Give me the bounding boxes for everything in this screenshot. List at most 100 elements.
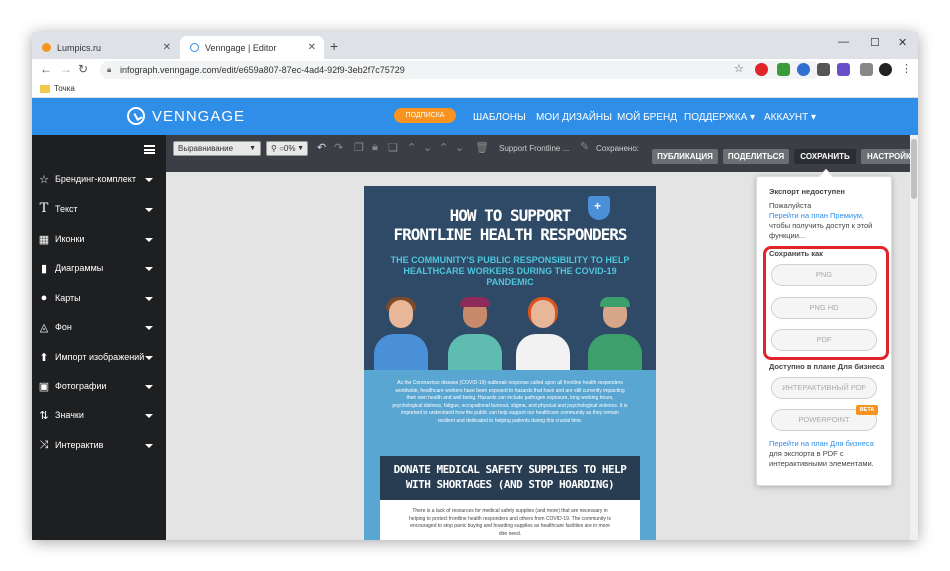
sidebar-item-maps[interactable]: ● Карты	[32, 284, 166, 312]
reload-icon[interactable]: ↻	[78, 62, 88, 76]
zoom-select[interactable]: ⚲ ○0% ▼	[266, 141, 308, 156]
nav-support[interactable]: ПОДДЕРЖКА ▾	[684, 112, 755, 123]
copy-icon[interactable]: ❐	[354, 141, 364, 154]
scrollbar-thumb[interactable]	[911, 139, 917, 199]
sidebar-item-photos[interactable]: ▣ Фотографии	[32, 372, 166, 400]
vertical-scrollbar[interactable]	[910, 135, 918, 540]
more-menu-icon[interactable]: ⋮	[901, 62, 912, 75]
photo-icon: ▣	[38, 381, 50, 393]
url-text: infograph.venngage.com/edit/e659a807-87e…	[120, 65, 405, 75]
sidebar-item-label: Карты	[55, 293, 81, 303]
intro-section[interactable]: As the Coronavirus disease (COVID-19) ou…	[364, 370, 656, 465]
app-header: VENNGAGE ПОДПИСКА ШАБЛОНЫ МОИ ДИЗАЙНЫ МО…	[32, 98, 918, 135]
sidebar-item-interactive[interactable]: ⤨ Интерактив	[32, 431, 166, 459]
back-icon[interactable]: ←	[40, 62, 52, 76]
premium-plan-link[interactable]: Перейти на план Премиум,	[769, 211, 884, 221]
export-unavailable-heading: Экспорт недоступен	[769, 187, 845, 196]
align-select-value: Выравнивание	[178, 144, 234, 153]
icons-grid-icon: ▦	[38, 234, 50, 246]
intro-text: As the Coronavirus disease (COVID-19) ou…	[392, 380, 628, 424]
hamburger-menu-icon[interactable]	[144, 145, 155, 154]
url-field[interactable]: 🔒︎ infograph.venngage.com/edit/e659a807-…	[100, 61, 820, 79]
window-close-icon[interactable]: ✕	[898, 36, 907, 49]
lock-icon: 🔒︎	[107, 65, 112, 74]
chevron-down-icon	[145, 208, 153, 212]
sidebar: ☆ Брендинг-комплект T Текст ▦ Иконки ▮ Д…	[32, 135, 166, 540]
tab-label: Venngage | Editor	[205, 42, 277, 53]
infographic-subtitle[interactable]: THE COMMUNITY'S PUBLIC RESPONSIBILITY TO…	[384, 255, 636, 288]
minimize-icon[interactable]: —	[838, 36, 849, 48]
chevron-down-icon	[145, 444, 153, 448]
donate-section[interactable]: There is a lack of resources for medical…	[380, 500, 640, 540]
sidebar-item-label: Фон	[55, 322, 72, 332]
trash-icon[interactable]: 🗑︎	[475, 141, 489, 154]
sidebar-item-branding[interactable]: ☆ Брендинг-комплект	[32, 165, 166, 193]
subscribe-button[interactable]: ПОДПИСКА	[394, 108, 456, 123]
sidebar-item-label: Фотографии	[55, 381, 107, 391]
interactive-pdf-button[interactable]: ИНТЕРАКТИВНЫЙ PDF	[771, 377, 877, 399]
healthcare-workers-illustration[interactable]	[364, 290, 656, 370]
donate-banner-title: DONATE MEDICAL SAFETY SUPPLIES TO HELP W…	[380, 462, 640, 492]
redo-icon[interactable]: ↷	[334, 141, 343, 154]
business-plan-link[interactable]: Перейти на план Для бизнеса	[769, 439, 884, 449]
extension-globe-icon[interactable]	[797, 63, 810, 76]
venngage-logo-icon[interactable]	[127, 107, 145, 125]
sidebar-item-icons[interactable]: ▦ Иконки	[32, 225, 166, 253]
sidebar-item-label: Иконки	[55, 234, 85, 244]
edit-icon[interactable]: ✎	[580, 140, 589, 153]
save-status: Сохранено:	[596, 144, 639, 153]
bookmark-tochka[interactable]: Точка	[54, 84, 75, 93]
forward-icon[interactable]: →	[60, 62, 72, 76]
bring-front-icon[interactable]: ⌃	[439, 141, 448, 154]
tab-venngage[interactable]: Venngage | Editor ✕	[180, 36, 324, 59]
powerpoint-button[interactable]: POWERPOINT BETA	[771, 405, 878, 431]
close-tab-icon[interactable]: ✕	[308, 42, 316, 53]
extension-shield-icon[interactable]	[817, 63, 830, 76]
beta-badge: BETA	[856, 405, 878, 415]
bring-forward-icon[interactable]: ⌃	[407, 141, 416, 154]
sidebar-item-badges[interactable]: ⇅ Значки	[32, 401, 166, 429]
nav-templates[interactable]: ШАБЛОНЫ	[473, 112, 526, 123]
nav-my-brand[interactable]: МОЙ БРЕНД	[617, 112, 677, 123]
align-select[interactable]: Выравнивание ▼	[173, 141, 261, 156]
title-line-1: HOW TO SUPPORT	[449, 206, 572, 225]
bookmark-star-icon[interactable]: ☆	[734, 62, 744, 75]
sidebar-item-import-images[interactable]: ⬆ Импорт изображений	[32, 343, 166, 371]
share-button[interactable]: ПОДЕЛИТЬСЯ	[723, 149, 789, 164]
send-backward-icon[interactable]: ⌄	[423, 141, 432, 154]
extensions-menu-icon[interactable]	[860, 63, 873, 76]
sidebar-item-label: Брендинг-комплект	[55, 174, 136, 184]
extension-green-icon[interactable]	[777, 63, 790, 76]
save-button[interactable]: СОХРАНИТЬ	[794, 149, 856, 164]
bar-chart-icon: ▮	[40, 263, 48, 275]
sidebar-item-background[interactable]: ◬ Фон	[32, 313, 166, 341]
nav-my-designs[interactable]: МОИ ДИЗАЙНЫ	[536, 112, 612, 123]
publish-button[interactable]: ПУБЛИКАЦИЯ	[652, 149, 718, 164]
sidebar-item-label: Диаграммы	[55, 263, 104, 273]
sidebar-item-text[interactable]: T Текст	[32, 195, 166, 223]
chevron-down-icon	[145, 326, 153, 330]
subtitle-line-1: THE COMMUNITY'S PUBLIC RESPONSIBILITY TO…	[390, 255, 630, 265]
sidebar-item-charts[interactable]: ▮ Диаграммы	[32, 254, 166, 282]
donate-banner[interactable]: DONATE MEDICAL SAFETY SUPPLIES TO HELP W…	[380, 456, 640, 500]
undo-icon[interactable]: ↶	[317, 141, 326, 154]
document-title[interactable]: Support Frontline ...	[499, 144, 569, 153]
nav-account[interactable]: АККАУНТ ▾	[764, 112, 816, 123]
sort-icon: ⇅	[39, 410, 49, 422]
new-tab-icon[interactable]: +	[330, 38, 338, 54]
venngage-logo[interactable]: VENNGAGE	[152, 108, 245, 125]
infographic-title[interactable]: HOW TO SUPPORT FRONTLINE HEALTH RESPONDE…	[364, 206, 656, 244]
profile-avatar[interactable]	[879, 63, 892, 76]
tab-lumpics[interactable]: Lumpics.ru ✕	[32, 36, 179, 59]
infographic-page[interactable]: HOW TO SUPPORT FRONTLINE HEALTH RESPONDE…	[364, 186, 656, 540]
please-text: Пожалуйста	[769, 201, 812, 210]
maximize-icon[interactable]: ☐	[870, 36, 880, 49]
close-tab-icon[interactable]: ✕	[163, 42, 171, 53]
export-unavailable-text: Пожалуйста Перейти на план Премиум, чтоб…	[769, 201, 884, 241]
sidebar-item-label: Текст	[55, 204, 78, 214]
lock-icon[interactable]: 🔒︎	[372, 141, 378, 154]
extension-opera-icon[interactable]	[755, 63, 768, 76]
layers-icon[interactable]: ❏	[388, 141, 398, 154]
send-back-icon[interactable]: ⌄	[455, 141, 464, 154]
extension-purple-icon[interactable]	[837, 63, 850, 76]
